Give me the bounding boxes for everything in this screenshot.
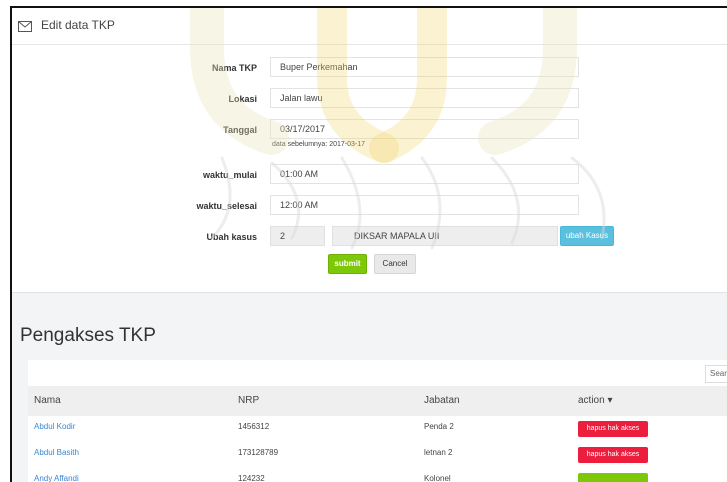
- row-jabatan: Penda 2: [424, 422, 454, 431]
- hapus-hak-akses-button[interactable]: hapus hak akses: [578, 447, 648, 463]
- table-header: Nama NRP Jabatan action ▾: [28, 386, 727, 417]
- hapus-hak-akses-button[interactable]: hapus hak akses: [578, 421, 648, 437]
- envelope-icon: [18, 19, 32, 37]
- label-waktu-mulai: waktu_mulai: [202, 170, 257, 180]
- column-header-action[interactable]: action ▾: [578, 386, 612, 416]
- row-jabatan: letnan 2: [424, 448, 453, 457]
- waktu-selesai-input[interactable]: 12:00 AM: [270, 195, 579, 215]
- label-nama-tkp: Nama TKP: [211, 63, 257, 73]
- pengakses-table: Search Nama NRP Jabatan action ▾ Abdul K…: [28, 360, 727, 482]
- kasus-id-field: 2: [270, 226, 325, 246]
- nama-tkp-input[interactable]: Buper Perkemahan: [270, 57, 579, 77]
- column-header-nrp[interactable]: NRP: [238, 386, 259, 416]
- panel-header: Edit data TKP: [12, 8, 727, 45]
- row-nama-link[interactable]: Abdul Kodir: [34, 416, 75, 438]
- submit-button[interactable]: submit: [328, 254, 367, 274]
- search-input[interactable]: Search: [705, 365, 727, 383]
- row-action-button[interactable]: [578, 473, 648, 482]
- cancel-button[interactable]: Cancel: [374, 254, 416, 274]
- table-row: Abdul Basith 173128789 letnan 2 hapus ha…: [28, 442, 727, 469]
- label-tanggal: Tanggal: [223, 125, 257, 135]
- label-waktu-selesai: waktu_selesai: [196, 201, 257, 211]
- pengakses-title: Pengakses TKP: [20, 325, 156, 346]
- row-nrp: 173128789: [238, 448, 279, 457]
- panel-title: Edit data TKP: [41, 18, 115, 32]
- previous-date-hint: data sebelumnya: 2017-03-17: [272, 141, 366, 148]
- column-header-nama[interactable]: Nama: [34, 386, 61, 416]
- kasus-name-field: DIKSAR MAPALA UII: [332, 226, 558, 246]
- table-row: Abdul Kodir 1456312 Penda 2 hapus hak ak…: [28, 416, 727, 443]
- label-lokasi: Lokasi: [228, 94, 257, 104]
- row-nama-link[interactable]: Abdul Basith: [34, 442, 79, 464]
- waktu-mulai-input[interactable]: 01:00 AM: [270, 164, 579, 184]
- main-frame: Edit data TKP Nama TKP Buper Perkemahan …: [10, 6, 727, 482]
- row-nrp: 1456312: [238, 422, 270, 431]
- label-ubah-kasus: Ubah kasus: [206, 232, 257, 242]
- column-header-jabatan[interactable]: Jabatan: [424, 386, 460, 416]
- lokasi-input[interactable]: Jalan lawu: [270, 88, 579, 108]
- edit-tkp-panel: Edit data TKP Nama TKP Buper Perkemahan …: [12, 8, 727, 293]
- tanggal-input[interactable]: 03/17/2017: [270, 119, 579, 139]
- ubah-kasus-button[interactable]: ubah Kasus: [560, 226, 614, 246]
